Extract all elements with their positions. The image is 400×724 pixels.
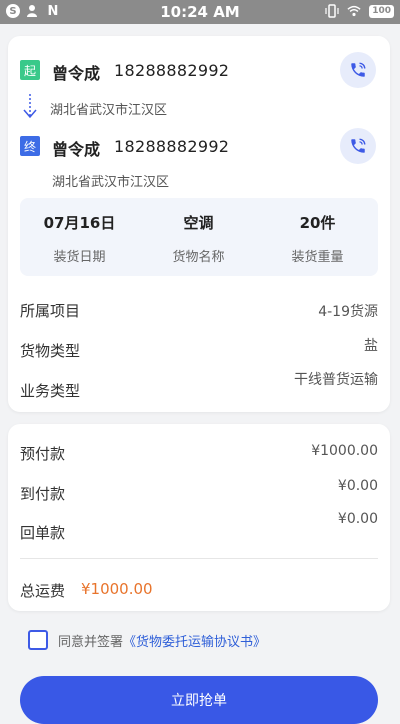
business-type-value: 干线普货运输 (294, 372, 378, 388)
prepay-value: ¥1000.00 (311, 443, 378, 459)
project-label: 所属项目 (20, 302, 81, 320)
end-call-button[interactable] (340, 128, 376, 164)
loading-weight-label: 装货重量 (291, 250, 344, 265)
status-bar: S N 10:24 AM 100 (0, 0, 400, 24)
end-tag: 终 (20, 136, 40, 156)
receipt-payment-value: ¥0.00 (337, 511, 378, 527)
business-type-label: 业务类型 (20, 382, 81, 400)
cargo-name-value: 空调 (183, 214, 214, 232)
loading-date-label: 装货日期 (53, 250, 106, 265)
cargo-name-label: 货物名称 (172, 250, 225, 265)
project-value: 4-19货源 (318, 304, 378, 320)
route-arrow-icon (23, 94, 37, 119)
grab-order-button[interactable]: 立即抢单 (20, 676, 378, 724)
cargo-type-label: 货物类型 (20, 342, 81, 360)
cargo-summary-item: 07月16日 装货日期 (20, 198, 139, 276)
loading-weight-value: 20件 (299, 214, 336, 232)
agreement-row: 同意并签署 《货物委托运输协议书》 (28, 630, 266, 650)
start-call-button[interactable] (340, 52, 376, 88)
agreement-prefix: 同意并签署 (58, 634, 124, 650)
start-address: 湖北省武汉市江汉区 (50, 103, 168, 118)
agreement-checkbox[interactable] (28, 630, 48, 650)
phone-icon (351, 62, 366, 77)
battery-icon: 100 (369, 4, 394, 18)
start-tag: 起 (20, 60, 40, 80)
total-freight-label: 总运费 (20, 582, 66, 600)
cargo-summary: 07月16日 装货日期 空调 货物名称 20件 装货重量 (20, 198, 378, 276)
cod-label: 到付款 (20, 485, 66, 503)
vibrate-icon (325, 4, 339, 18)
payment-card: 预付款 ¥1000.00 到付款 ¥0.00 回单款 ¥0.00 总运费 ¥10… (8, 424, 390, 611)
cargo-type-value: 盐 (364, 338, 378, 354)
loading-date-value: 07月16日 (43, 214, 116, 232)
start-contact-phone: 18288882992 (114, 61, 230, 80)
cod-value: ¥0.00 (337, 478, 378, 494)
status-right-icons: 100 (325, 4, 394, 18)
receipt-payment-label: 回单款 (20, 524, 66, 542)
prepay-label: 预付款 (20, 445, 66, 463)
cargo-summary-item: 20件 装货重量 (258, 198, 377, 276)
wifi-icon (347, 4, 361, 18)
total-freight-value: ¥1000.00 (81, 580, 153, 598)
end-address: 湖北省武汉市江汉区 (52, 175, 170, 190)
order-info-card: 起 曾令成 18288882992 湖北省武汉市江汉区 终 曾令成 182888… (8, 36, 390, 412)
start-contact-name: 曾令成 (52, 64, 101, 83)
agreement-link[interactable]: 《货物委托运输协议书》 (123, 631, 266, 650)
end-contact-name: 曾令成 (52, 140, 101, 159)
phone-icon (351, 138, 366, 153)
divider (20, 558, 378, 559)
cargo-summary-item: 空调 货物名称 (139, 198, 258, 276)
end-contact-phone: 18288882992 (114, 137, 230, 156)
